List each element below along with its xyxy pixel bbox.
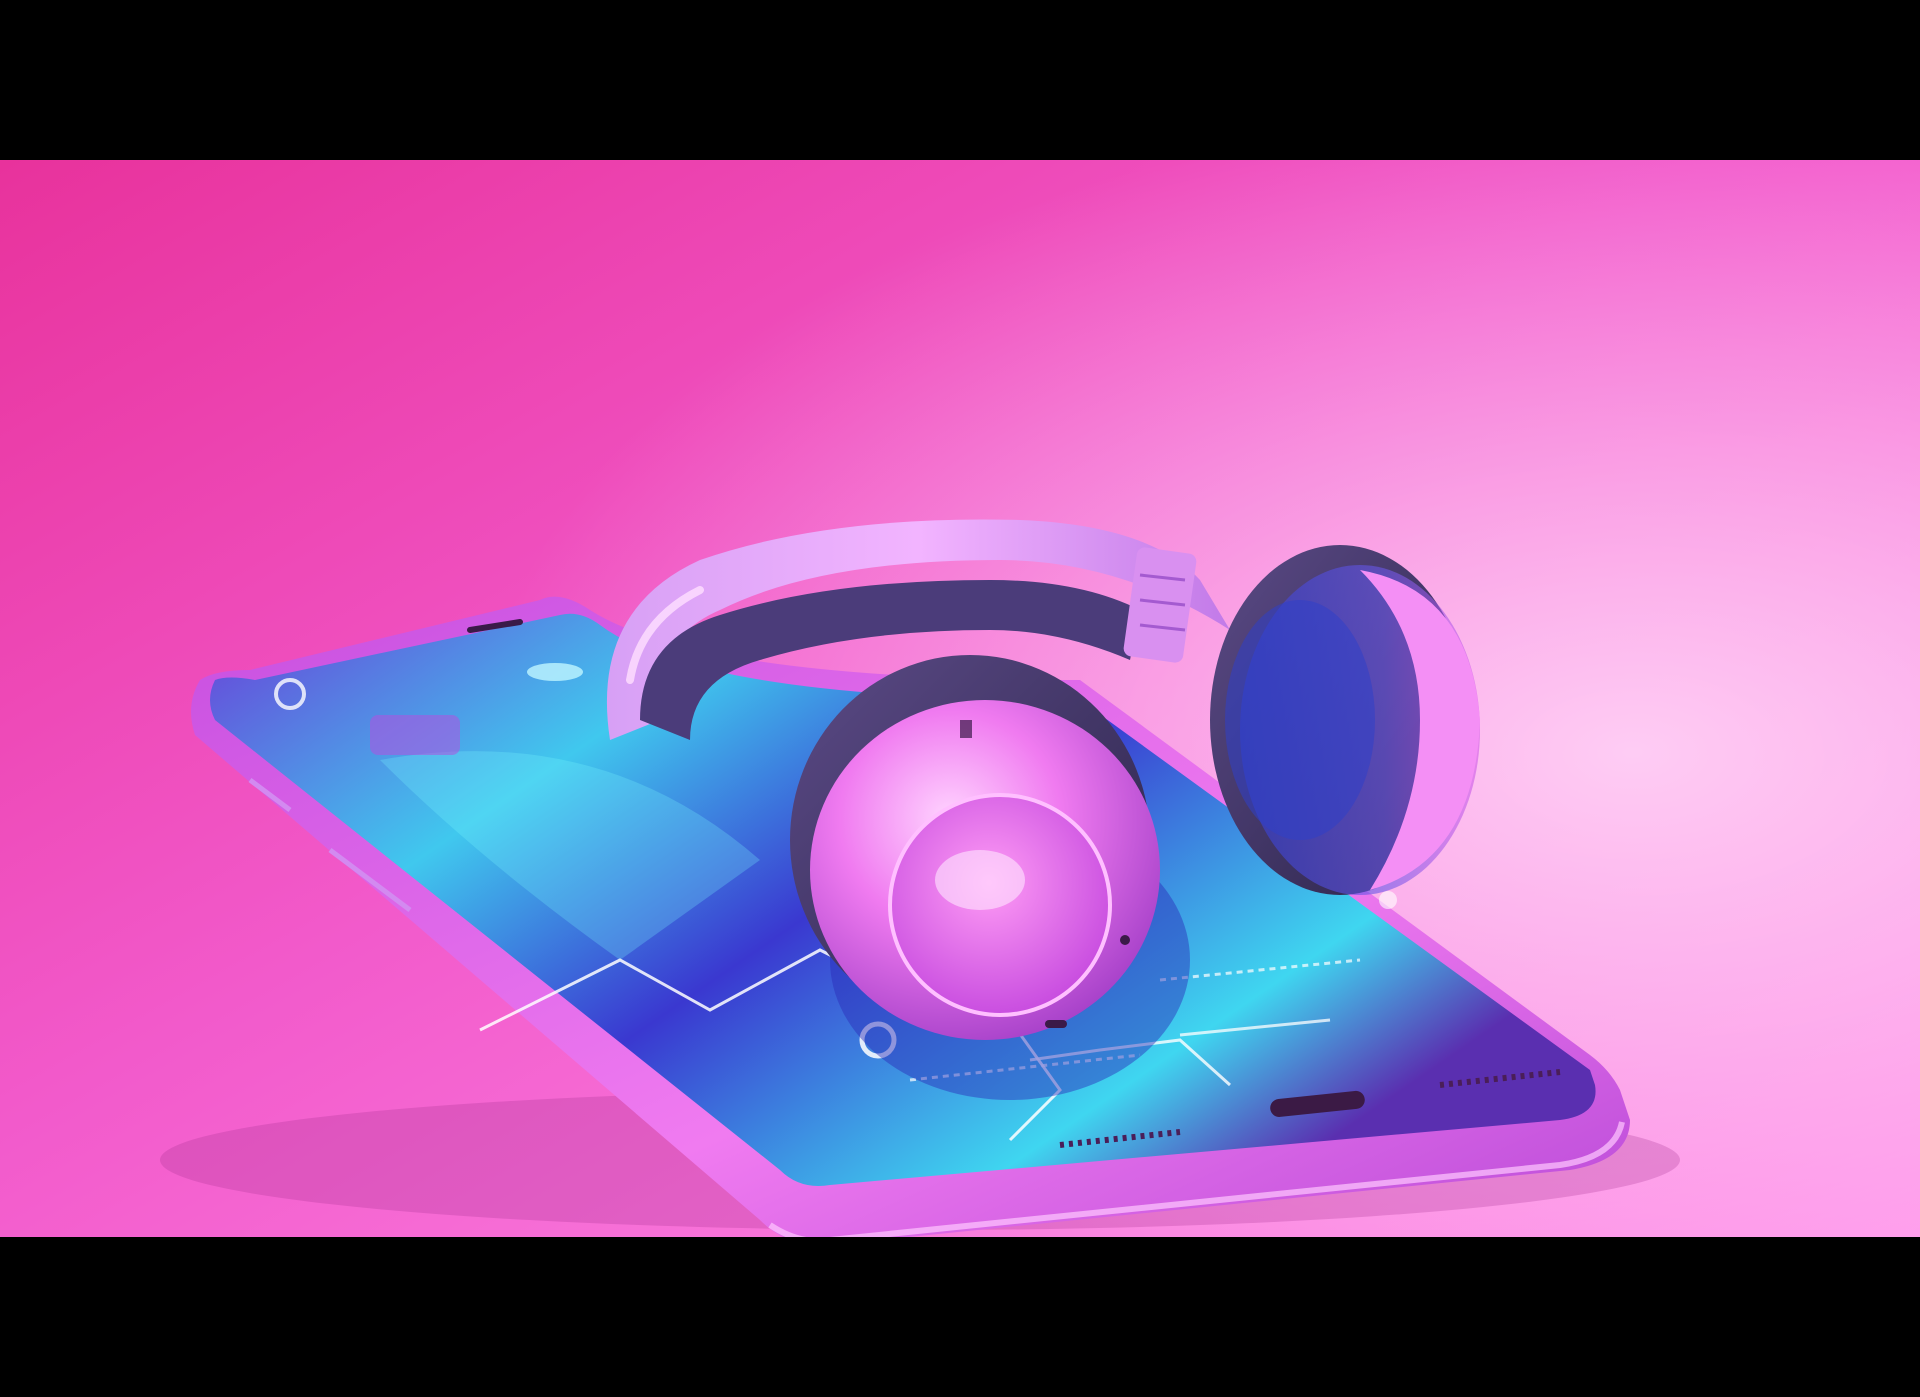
image-frame [0, 0, 1920, 1397]
letterbox-top [0, 0, 1920, 160]
photo-scene [0, 160, 1920, 1237]
letterbox-bottom [0, 1237, 1920, 1397]
headphones-phone-illustration [0, 160, 1920, 1237]
